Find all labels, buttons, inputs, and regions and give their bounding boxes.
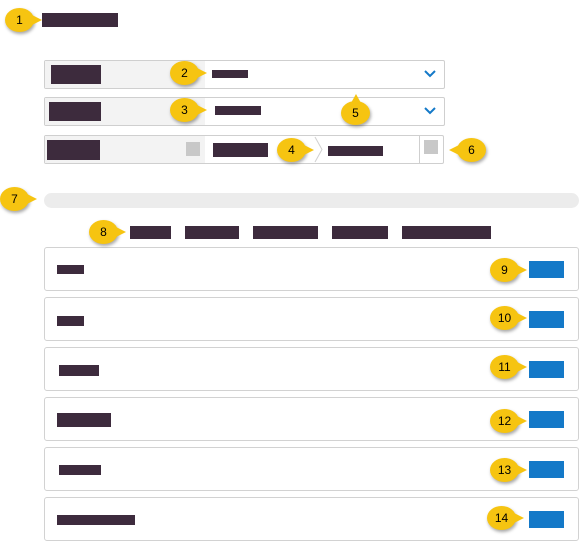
range-start-value <box>213 143 268 157</box>
tab-1[interactable] <box>130 226 171 239</box>
chevron-down-icon[interactable] <box>422 66 438 82</box>
tab-3[interactable] <box>253 226 318 239</box>
callout-8: 8 <box>89 220 126 244</box>
callout-13: 13 <box>490 458 527 482</box>
callout-14: 14 <box>487 506 524 530</box>
tab-5[interactable] <box>402 226 491 239</box>
range-start-checkbox[interactable] <box>186 142 200 156</box>
callout-6: 6 <box>449 138 486 162</box>
callout-10: 10 <box>490 306 527 330</box>
callout-11: 11 <box>490 355 527 379</box>
item-label <box>59 465 101 475</box>
callout-7: 7 <box>0 187 37 211</box>
item-action-button[interactable] <box>529 311 564 328</box>
range-divider <box>419 136 420 163</box>
filter-value <box>215 106 261 115</box>
tab-4[interactable] <box>332 226 388 239</box>
callout-12: 12 <box>490 409 527 433</box>
item-label <box>57 316 84 326</box>
item-action-button[interactable] <box>529 461 564 478</box>
item-label <box>57 413 111 427</box>
range-end-checkbox[interactable] <box>424 140 438 154</box>
range-field[interactable] <box>44 135 444 164</box>
range-label <box>47 140 100 160</box>
callout-1: 1 <box>5 8 42 32</box>
filter-dropdown-2[interactable] <box>44 97 445 126</box>
item-action-button[interactable] <box>529 261 564 278</box>
item-label <box>59 365 99 376</box>
item-action-button[interactable] <box>529 411 564 428</box>
callout-9: 9 <box>490 258 527 282</box>
callout-5: 5 <box>341 94 370 125</box>
callout-2: 2 <box>170 61 207 85</box>
filter-label <box>49 102 101 121</box>
filter-label <box>51 65 101 84</box>
callout-4: 4 <box>277 138 314 162</box>
chevron-down-icon[interactable] <box>422 103 438 119</box>
item-label <box>57 265 84 274</box>
item-label <box>57 515 135 525</box>
range-end-value <box>328 146 383 156</box>
search-bar[interactable] <box>44 193 579 208</box>
item-action-button[interactable] <box>529 361 564 378</box>
filter-dropdown-1[interactable] <box>44 60 445 89</box>
callout-3: 3 <box>170 98 207 122</box>
page-title <box>42 13 118 27</box>
filter-value <box>212 70 248 78</box>
item-action-button[interactable] <box>529 511 564 528</box>
tab-2[interactable] <box>185 226 239 239</box>
range-separator-icon <box>314 136 323 163</box>
